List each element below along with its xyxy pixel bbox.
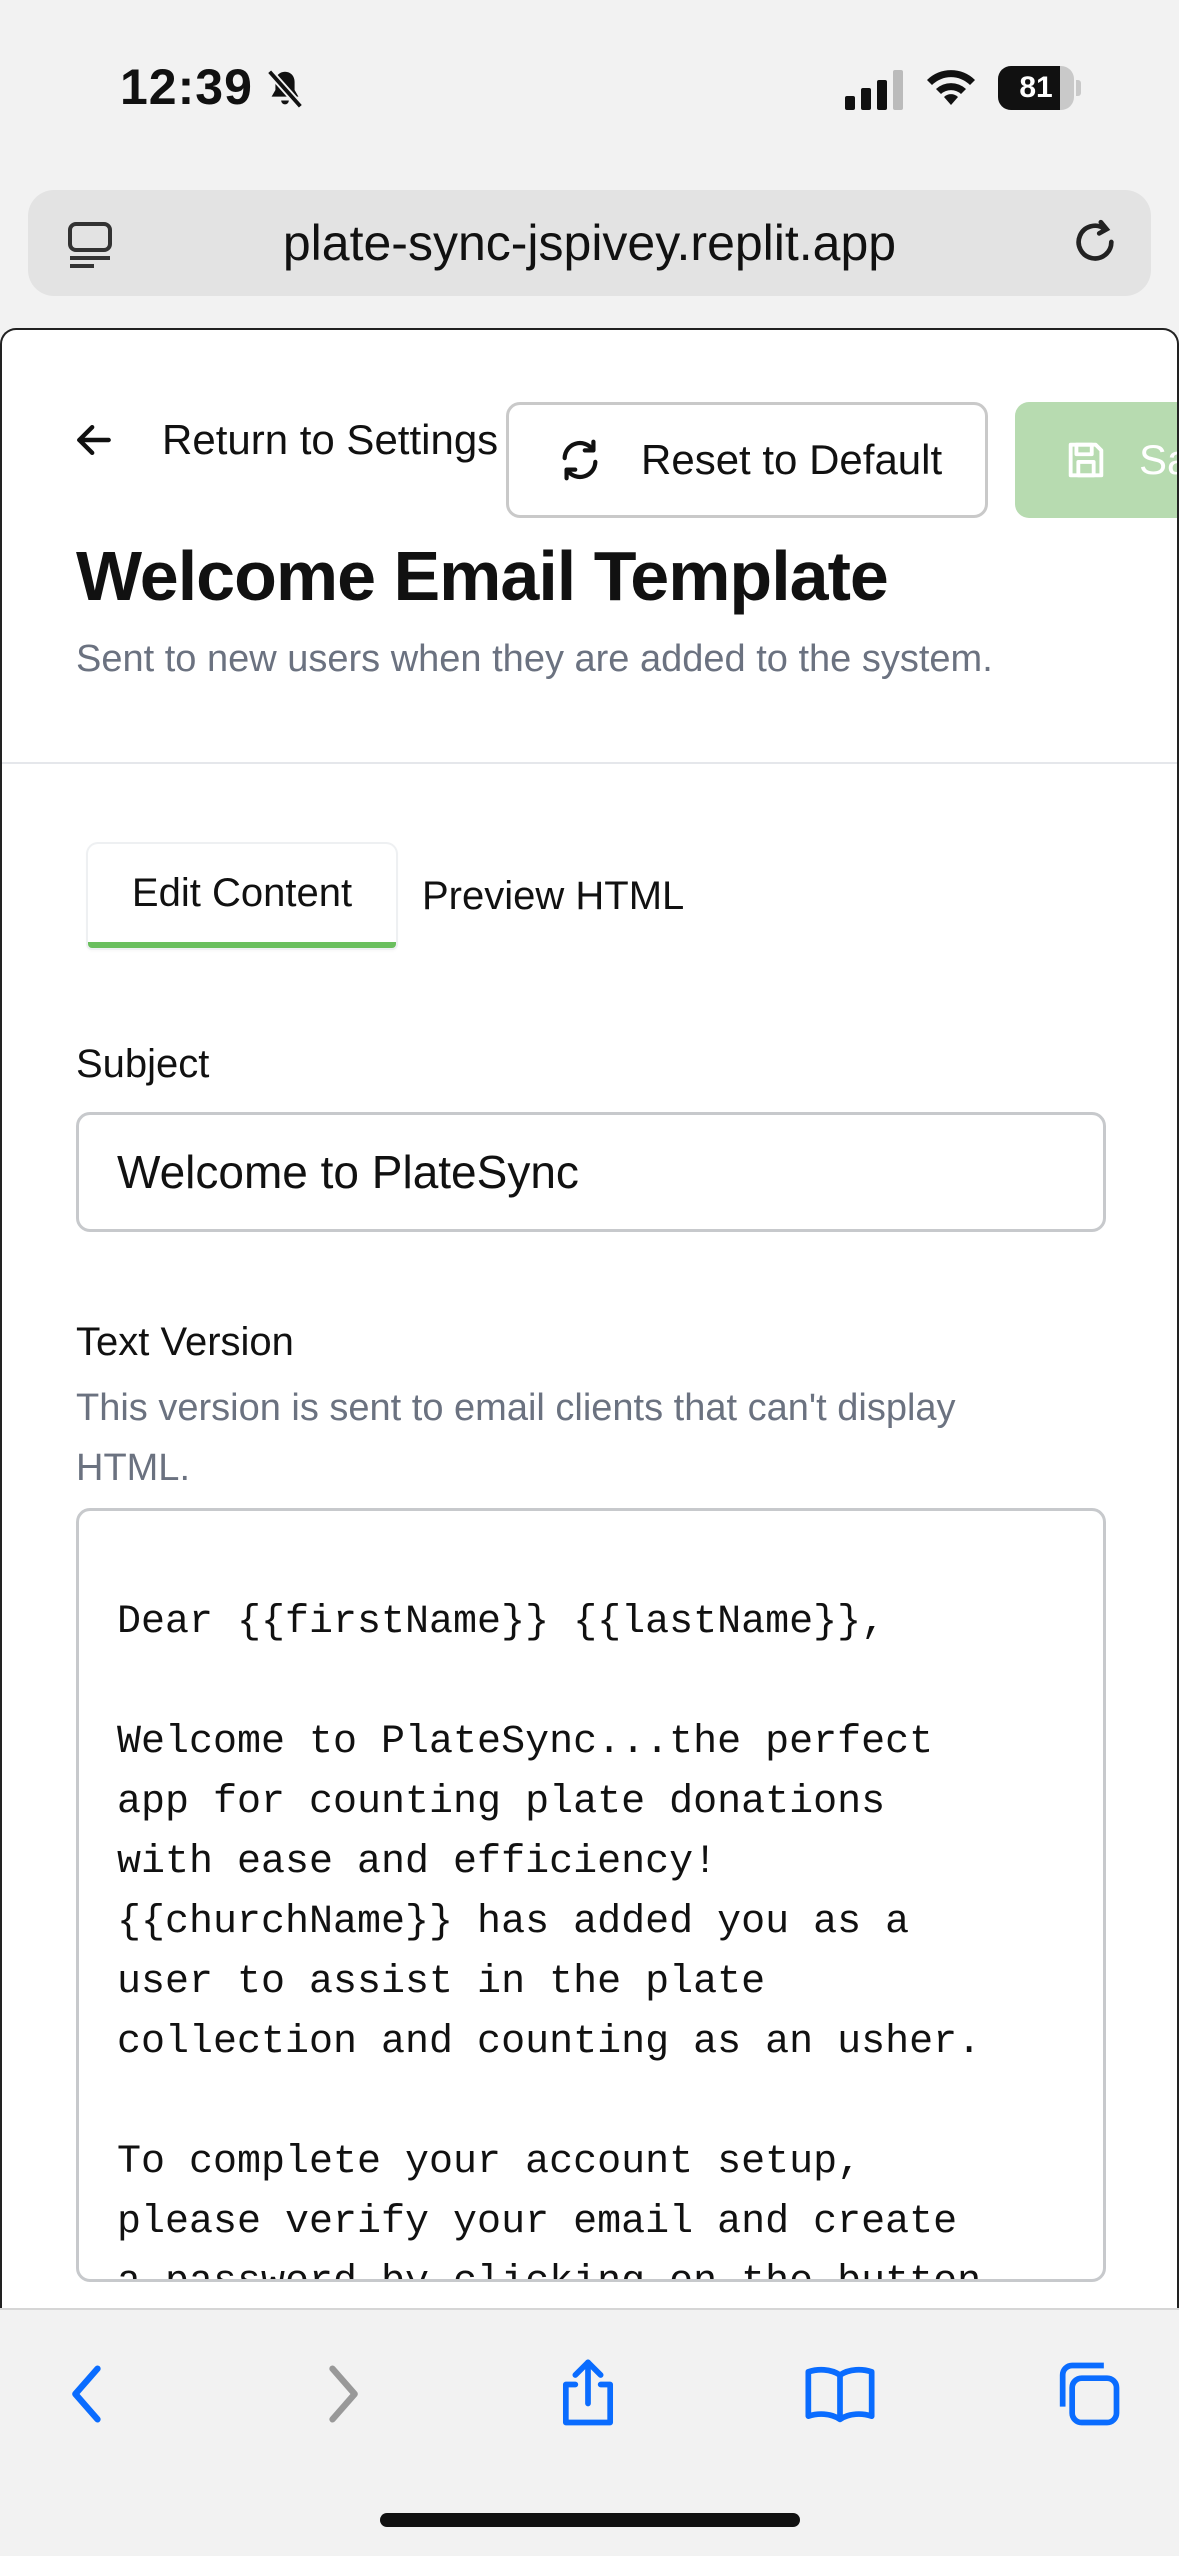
cellular-signal-icon (845, 70, 903, 110)
subject-label: Subject (76, 1042, 210, 1086)
page-content: Return to Settings Reset to Default Sa W… (0, 328, 1179, 2308)
battery-icon: 81 (998, 66, 1081, 110)
save-icon (1068, 442, 1104, 478)
reset-to-default-button[interactable]: Reset to Default (506, 402, 988, 518)
refresh-icon (562, 439, 598, 481)
text-version-textarea[interactable]: Dear {{firstName}} {{lastName}}, Welcome… (76, 1508, 1106, 2282)
battery-percentage: 81 (1019, 71, 1053, 104)
page-subtitle: Sent to new users when they are added to… (76, 638, 993, 680)
tab-preview-html[interactable]: Preview HTML (422, 844, 722, 948)
tab-menu-icon[interactable] (64, 218, 116, 270)
back-icon[interactable] (50, 2356, 126, 2432)
reset-to-default-label: Reset to Default (641, 436, 943, 483)
text-version-content: Dear {{firstName}} {{lastName}}, Welcome… (117, 1600, 982, 2279)
bell-slash-icon (266, 69, 304, 109)
wifi-icon (927, 70, 975, 105)
save-label: Sa (1139, 436, 1177, 483)
text-version-label: Text Version (76, 1320, 294, 1364)
return-to-settings-label: Return to Settings (162, 416, 499, 463)
forward-icon[interactable] (304, 2356, 380, 2432)
page-title: Welcome Email Template (76, 537, 889, 615)
save-button[interactable]: Sa (1015, 402, 1177, 518)
address-bar[interactable]: plate-sync-jspivey.replit.app (28, 190, 1151, 296)
text-version-help: This version is sent to email clients th… (76, 1387, 956, 1489)
status-bar: 12:39 81 (0, 0, 1179, 170)
status-time: 12:39 (120, 59, 253, 115)
tab-edit-content[interactable]: Edit Content (88, 844, 396, 948)
bookmarks-icon[interactable] (802, 2356, 878, 2432)
share-icon[interactable] (550, 2356, 626, 2432)
header-divider (2, 762, 1177, 764)
subject-input[interactable]: Welcome to PlateSync (76, 1112, 1106, 1232)
return-to-settings-link[interactable]: Return to Settings (72, 400, 498, 480)
arrow-left-icon (77, 424, 111, 456)
home-indicator (380, 2513, 800, 2527)
url-text[interactable]: plate-sync-jspivey.replit.app (148, 190, 1031, 296)
tabs-icon[interactable] (1050, 2356, 1126, 2432)
reload-icon[interactable] (1067, 214, 1123, 270)
